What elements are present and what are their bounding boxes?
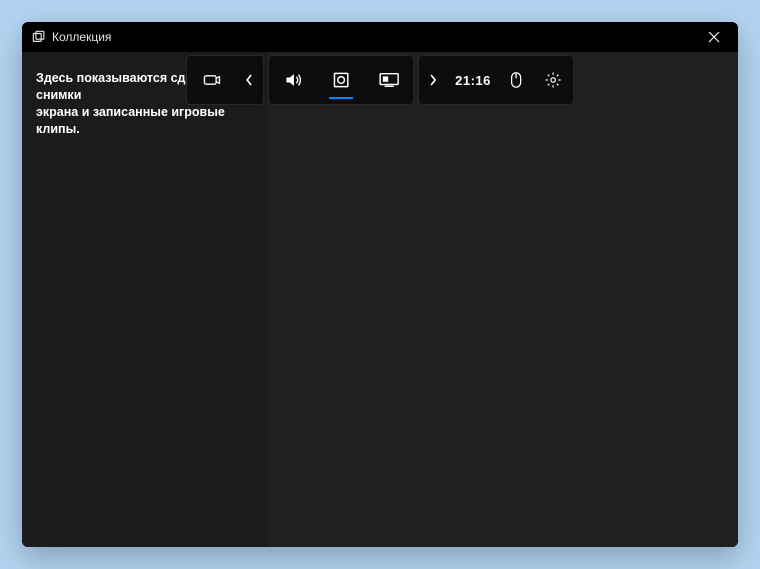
- collection-icon: [32, 30, 46, 44]
- next-widget-button[interactable]: [419, 56, 447, 104]
- title-bar: Коллекция: [22, 22, 738, 52]
- toolbar-widgets-group: [186, 55, 264, 105]
- toolbar-main-group: [268, 55, 414, 105]
- main-area: [268, 52, 738, 547]
- sidebar: Здесь показываются сделанные снимки экра…: [22, 52, 268, 547]
- close-button[interactable]: [696, 22, 732, 52]
- performance-button[interactable]: [365, 56, 413, 104]
- toolbar-right-group: 21:16: [418, 55, 574, 105]
- app-window: Коллекция Здесь показываются сделанные с…: [22, 22, 738, 547]
- game-bar-toolbar: 21:16: [186, 55, 574, 105]
- settings-button[interactable]: [533, 56, 573, 104]
- xbox-widget-button[interactable]: [187, 56, 235, 104]
- prev-widget-button[interactable]: [235, 56, 263, 104]
- window-body: Здесь показываются сделанные снимки экра…: [22, 52, 738, 547]
- capture-button[interactable]: [317, 56, 365, 104]
- audio-button[interactable]: [269, 56, 317, 104]
- clock: 21:16: [447, 56, 499, 104]
- mouse-icon: [499, 56, 533, 104]
- window-title: Коллекция: [52, 30, 111, 44]
